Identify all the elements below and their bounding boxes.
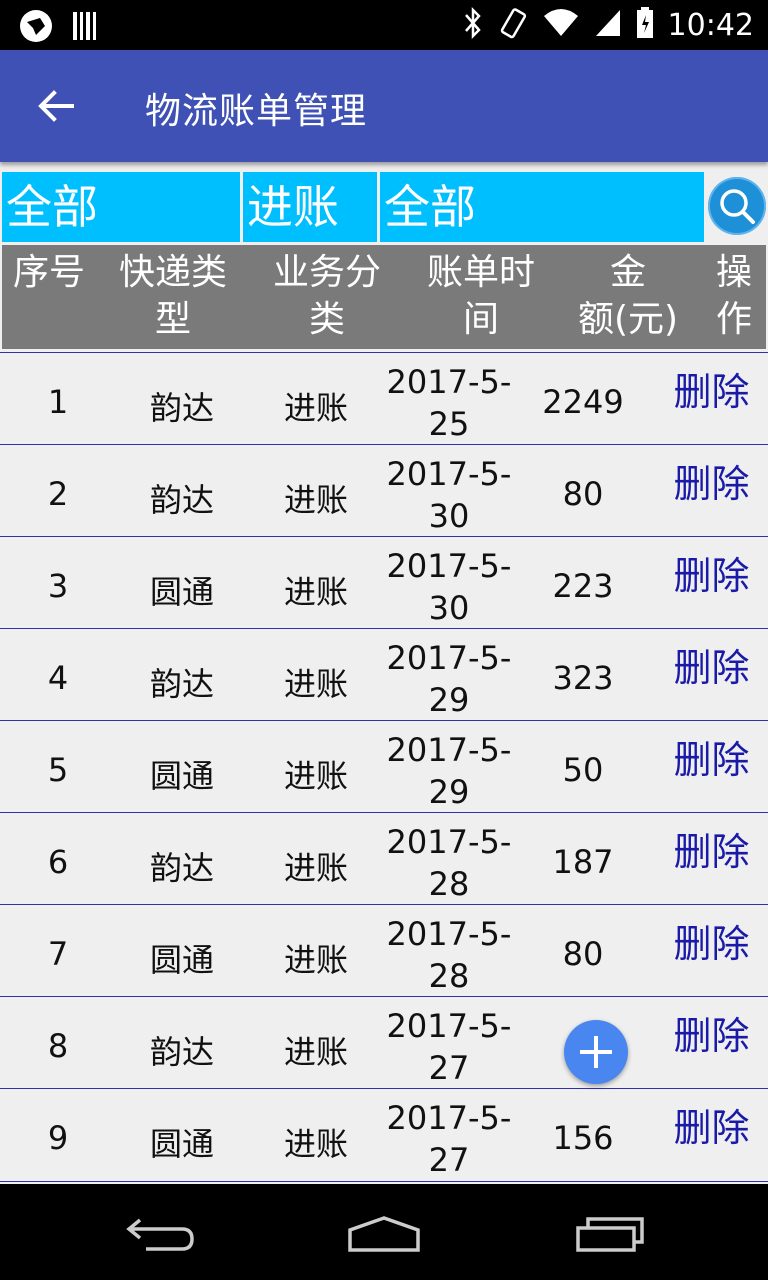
- row-type: 圆通: [149, 1125, 214, 1163]
- row-date: 2017-5- 30: [386, 455, 512, 535]
- delete-link[interactable]: 删除: [664, 729, 759, 784]
- header-date: 账单时间: [426, 252, 535, 340]
- row-amount: 2249: [542, 383, 624, 421]
- clock: 10:42: [667, 7, 754, 43]
- row-date: 2017-5- 30: [386, 547, 512, 627]
- search-button[interactable]: [708, 177, 766, 235]
- status-bar: 10:42: [0, 0, 768, 50]
- row-no: 5: [47, 751, 69, 789]
- home-nav-icon[interactable]: [346, 1214, 422, 1258]
- row-type: 圆通: [149, 941, 214, 979]
- row-category: 进账: [283, 389, 348, 427]
- row-no: 4: [47, 659, 69, 697]
- row-type: 韵达: [149, 1033, 214, 1071]
- row-no: 3: [47, 567, 69, 605]
- header-category: 业务分类: [272, 252, 381, 340]
- row-no: 6: [47, 843, 69, 881]
- vibrate-icon: [498, 6, 528, 44]
- row-no: 1: [47, 383, 69, 421]
- row-type: 圆通: [149, 573, 214, 611]
- table-row[interactable]: 4 韵达 进账 2017-5- 29 323 删除: [0, 628, 768, 721]
- back-nav-icon[interactable]: [124, 1214, 196, 1258]
- table-row[interactable]: 7 圆通 进账 2017-5- 28 80 删除: [0, 904, 768, 997]
- table-row[interactable]: 5 圆通 进账 2017-5- 29 50 删除: [0, 720, 768, 813]
- row-category: 进账: [283, 941, 348, 979]
- app-bar: 物流账单管理: [0, 50, 768, 162]
- row-date: 2017-5- 28: [386, 915, 512, 995]
- row-date: 2017-5- 27: [386, 1099, 512, 1179]
- row-amount: 80: [562, 935, 604, 973]
- row-amount: 80: [562, 475, 604, 513]
- plus-icon: [580, 1036, 612, 1068]
- table-row[interactable]: 2 韵达 进账 2017-5- 30 80 删除: [0, 444, 768, 537]
- delete-link[interactable]: 删除: [664, 913, 759, 968]
- row-date: 2017-5- 29: [386, 639, 512, 719]
- range-filter-select[interactable]: 全部: [380, 172, 704, 242]
- app-icon: [18, 8, 54, 48]
- company-filter-select[interactable]: 全部: [2, 172, 240, 242]
- row-date: 2017-5- 27: [386, 1007, 512, 1087]
- search-icon: [720, 189, 755, 224]
- row-amount: 187: [552, 843, 614, 881]
- row-amount: 50: [562, 751, 604, 789]
- battery-icon: [636, 7, 654, 43]
- add-bill-button[interactable]: [564, 1020, 628, 1084]
- table-row[interactable]: 9 圆通 进账 2017-5- 27 156 删除: [0, 1088, 768, 1182]
- category-filter-select[interactable]: 进账: [243, 172, 377, 242]
- row-no: 2: [47, 475, 69, 513]
- delete-link[interactable]: 删除: [664, 1005, 759, 1060]
- row-type: 韵达: [149, 481, 214, 519]
- row-amount: 223: [552, 567, 614, 605]
- row-category: 进账: [283, 665, 348, 703]
- table-row[interactable]: 6 韵达 进账 2017-5- 28 187 删除: [0, 812, 768, 905]
- delete-link[interactable]: 删除: [664, 453, 759, 508]
- row-amount: 156: [552, 1119, 614, 1157]
- row-type: 韵达: [149, 665, 214, 703]
- delete-link[interactable]: 删除: [664, 637, 759, 692]
- row-amount: 323: [552, 659, 614, 697]
- wifi-icon: [542, 8, 580, 42]
- signal-icon: [594, 8, 622, 42]
- row-category: 进账: [283, 1125, 348, 1163]
- back-arrow-icon[interactable]: [36, 86, 76, 126]
- row-no: 9: [47, 1119, 69, 1157]
- table-header: 序号 快递类型 业务分类 账单时间 金额(元) 操作: [2, 245, 766, 349]
- table-row[interactable]: 1 韵达 进账 2017-5- 25 2249 删除: [0, 352, 768, 445]
- navigation-bar: [0, 1184, 768, 1280]
- row-date: 2017-5- 25: [386, 363, 512, 443]
- row-category: 进账: [283, 573, 348, 611]
- row-type: 韵达: [149, 389, 214, 427]
- header-no: 序号: [12, 252, 85, 293]
- recents-nav-icon[interactable]: [574, 1214, 646, 1258]
- row-category: 进账: [283, 849, 348, 887]
- row-type: 圆通: [149, 757, 214, 795]
- delete-link[interactable]: 删除: [664, 361, 759, 416]
- row-no: 7: [47, 935, 69, 973]
- row-date: 2017-5- 28: [386, 823, 512, 903]
- header-type: 快递类型: [118, 252, 227, 340]
- table-row[interactable]: 8 韵达 进账 2017-5-27 2 删除: [0, 996, 768, 1089]
- delete-link[interactable]: 删除: [664, 545, 759, 600]
- row-category: 进账: [283, 757, 348, 795]
- header-amount: 金额(元): [577, 252, 679, 340]
- delete-link[interactable]: 删除: [664, 1097, 759, 1152]
- filter-bar: 全部 进账 全部: [2, 172, 768, 242]
- header-action: 操作: [715, 252, 752, 340]
- row-category: 进账: [283, 1033, 348, 1071]
- row-category: 进账: [283, 481, 348, 519]
- delete-link[interactable]: 删除: [664, 821, 759, 876]
- bluetooth-icon: [462, 6, 484, 44]
- row-type: 韵达: [149, 849, 214, 887]
- table-row[interactable]: 3 圆通 进账 2017-5- 30 223 删除: [0, 536, 768, 629]
- row-no: 8: [47, 1027, 69, 1065]
- row-date: 2017-5- 29: [386, 731, 512, 811]
- barcode-icon: [72, 10, 98, 46]
- page-title: 物流账单管理: [145, 91, 368, 132]
